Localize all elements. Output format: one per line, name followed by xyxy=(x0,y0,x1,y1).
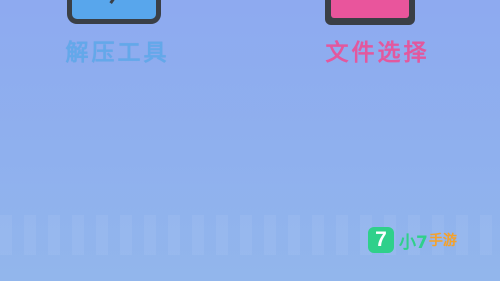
watermark-brand-accent: 手游 xyxy=(428,233,457,249)
unzip-tool-label: 解压工具 xyxy=(65,40,170,66)
watermark-logo-icon: 7 xyxy=(368,227,394,253)
unzip-tool-icon xyxy=(67,0,161,24)
unzip-tool-button[interactable]: 解压工具 xyxy=(45,0,190,70)
file-select-icon xyxy=(325,0,415,25)
file-select-label: 文件选择 xyxy=(325,40,430,66)
file-select-button[interactable]: 文件选择 xyxy=(300,0,455,70)
site-watermark: 7 小7 手游 xyxy=(368,226,457,254)
watermark-brand: 小7 xyxy=(399,232,428,253)
